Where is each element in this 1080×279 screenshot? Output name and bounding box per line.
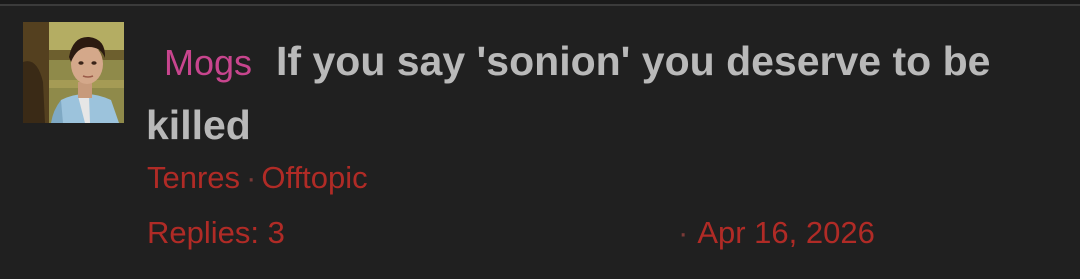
replies-count: Replies: 3 xyxy=(147,215,285,250)
thread-date: · Apr 16, 2026 xyxy=(678,213,875,253)
author-name[interactable]: Mogs xyxy=(164,42,252,83)
forum-link[interactable]: Offtopic xyxy=(261,160,367,195)
thread-list-item[interactable]: Mogs If you say 'sonion' you deserve to b… xyxy=(0,8,1080,279)
user-avatar[interactable] xyxy=(23,22,124,123)
thread-title-row: Mogs If you say 'sonion' you deserve to b… xyxy=(146,30,1056,157)
avatar-photo-icon xyxy=(23,22,124,123)
thread-meta: Tenres · Offtopic xyxy=(147,158,368,198)
thread-title[interactable]: If you say 'sonion' you deserve to be ki… xyxy=(146,38,990,148)
meta-separator: · xyxy=(246,160,257,195)
last-poster-name[interactable]: Tenres xyxy=(147,160,240,195)
top-divider xyxy=(0,0,1080,6)
date-text: Apr 16, 2026 xyxy=(697,215,875,250)
date-separator: · xyxy=(678,215,689,250)
